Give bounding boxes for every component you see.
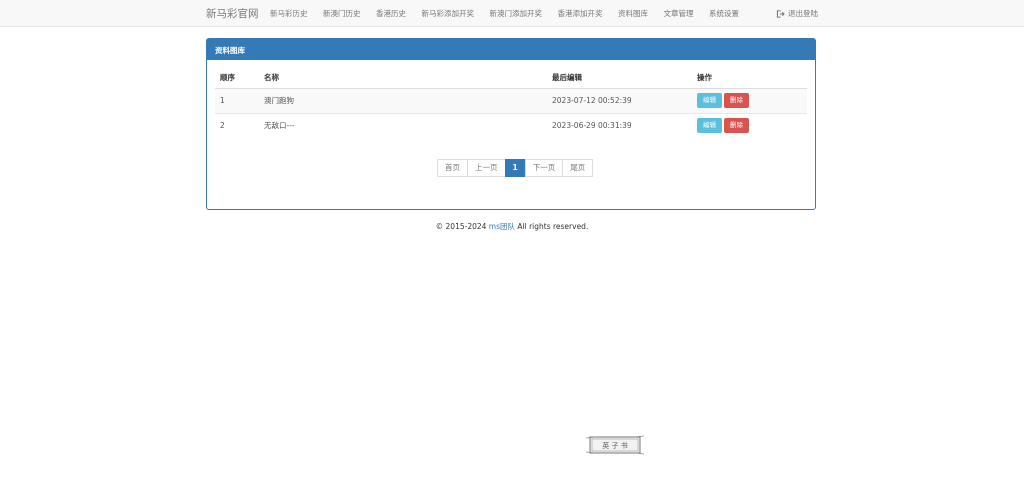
panel-title: 资料图库 [207,39,815,60]
cell-last-edited: 2023-07-12 00:52:39 [547,87,692,113]
gallery-table: 顺序 名称 最后编辑 操作 1 澳门跑狗 2023-07-12 00:52:39… [215,68,807,138]
table-header-row: 顺序 名称 最后编辑 操作 [215,68,807,89]
column-header-actions: 操作 [692,68,807,89]
edit-button[interactable]: 编辑 [697,118,722,134]
logout-label: 退出登陆 [788,9,818,18]
delete-button[interactable]: 删除 [724,93,749,108]
cell-actions: 编辑 删除 [692,112,807,138]
column-header-last-edited: 最后编辑 [547,68,692,89]
nav-item-gallery[interactable]: 资料图库 [618,8,648,19]
column-header-name: 名称 [259,68,547,89]
nav-item-hongkong-add-draw[interactable]: 香港添加开奖 [558,8,603,19]
table-row: 2 无敌口--- 2023-06-29 00:31:39 编辑 删除 [215,112,807,138]
pagination: 首页 上一页 1 下一页 尾页 [437,159,594,177]
footer-rights: All rights reserved. [515,222,589,231]
cell-order: 2 [215,112,259,138]
footer-copyright: © 2015-2024 [435,222,489,231]
nav-item-xinmacai-history[interactable]: 新马彩历史 [270,8,308,19]
cell-last-edited: 2023-06-29 00:31:39 [547,112,692,138]
pagination-first[interactable]: 首页 [437,159,468,177]
nav-item-articles[interactable]: 文章管理 [664,8,694,19]
edit-button[interactable]: 编辑 [697,93,722,108]
pagination-prev[interactable]: 上一页 [467,159,506,177]
nav-item-xinaomen-add-draw[interactable]: 新澳门添加开奖 [490,8,543,19]
pagination-current-page[interactable]: 1 [504,159,526,177]
nav-item-hongkong-history[interactable]: 香港历史 [376,8,406,19]
table-row: 1 澳门跑狗 2023-07-12 00:52:39 编辑 删除 [215,87,807,113]
nav-menu: 新马彩历史 新澳门历史 香港历史 新马彩添加开奖 新澳门添加开奖 香港添加开奖 … [270,0,755,27]
footer-team-link[interactable]: ms团队 [489,222,515,231]
nav-item-settings[interactable]: 系统设置 [709,8,739,19]
nav-item-xinaomen-history[interactable]: 新澳门历史 [323,8,361,19]
nav-item-xinmacai-add-draw[interactable]: 新马彩添加开奖 [422,8,475,19]
stamp-text: 英 子 书 [602,441,627,450]
column-header-order: 顺序 [215,68,259,89]
cell-name: 无敌口--- [259,112,547,138]
pagination-last[interactable]: 尾页 [562,159,594,177]
pagination-next[interactable]: 下一页 [524,159,564,177]
cell-order: 1 [215,87,259,113]
logout-link[interactable]: 退出登陆 [776,8,818,19]
logout-icon [776,9,785,18]
calligraphy-stamp-icon: 英 子 书 [586,435,644,455]
gallery-panel: 资料图库 顺序 名称 最后编辑 操作 1 澳门跑狗 2023-07-12 00:… [206,38,816,210]
delete-button[interactable]: 删除 [724,118,749,134]
top-navbar: 新马彩官网 新马彩历史 新澳门历史 香港历史 新马彩添加开奖 新澳门添加开奖 香… [0,0,1024,27]
cell-actions: 编辑 删除 [692,87,807,113]
brand-link[interactable]: 新马彩官网 [206,6,259,21]
footer: © 2015-2024 ms团队 All rights reserved. [0,221,1024,232]
cell-name: 澳门跑狗 [259,87,547,113]
